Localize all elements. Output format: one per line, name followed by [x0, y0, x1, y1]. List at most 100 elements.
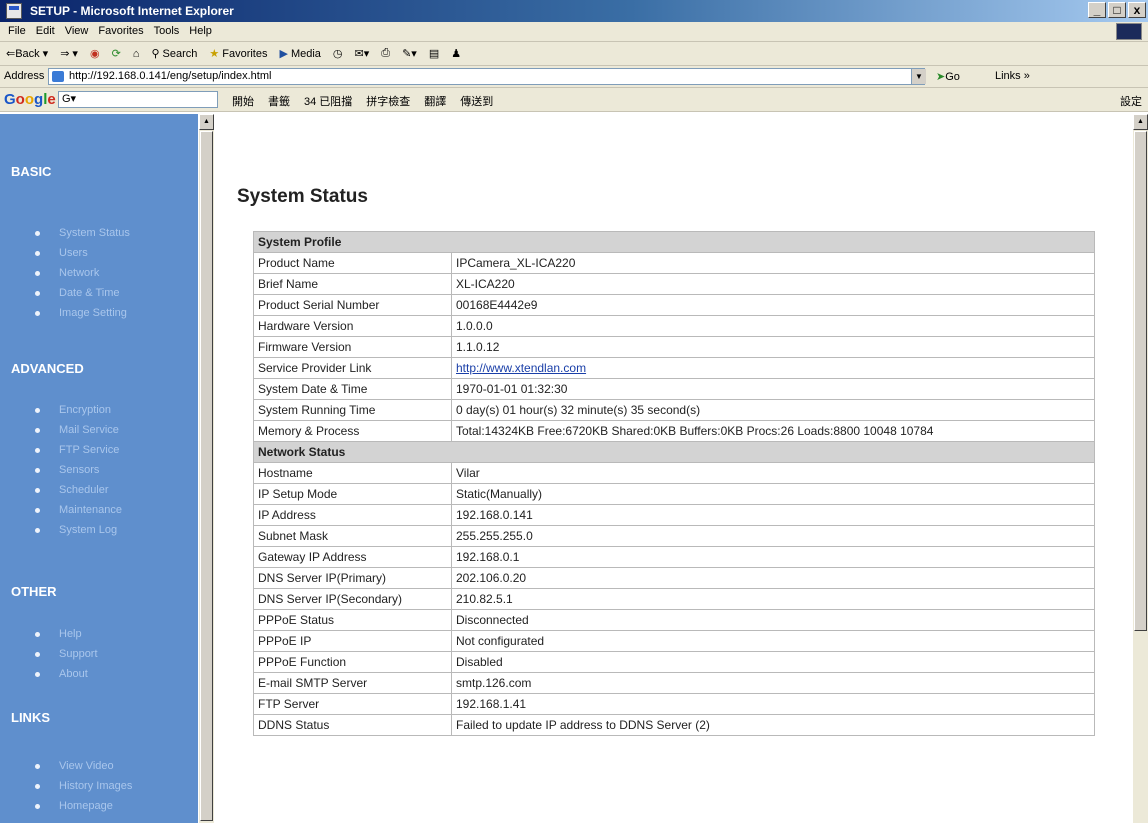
row-label: IP Address [253, 504, 452, 526]
go-label: Go [945, 71, 960, 83]
print-icon[interactable]: ⎙ [381, 47, 390, 60]
row-value: 1970-01-01 01:32:30 [451, 378, 1095, 400]
sidebar-list-other: Help Support About [0, 624, 198, 684]
refresh-icon[interactable]: ⟳ [112, 47, 121, 60]
edit-icon[interactable]: ✎▾ [402, 47, 417, 60]
page-title: System Status [237, 186, 368, 207]
menu-help[interactable]: Help [189, 25, 212, 37]
sidebar-item-homepage[interactable]: Homepage [0, 796, 198, 816]
window-title: SETUP - Microsoft Internet Explorer [30, 4, 234, 18]
back-button[interactable]: ⇐Back ▾ [6, 47, 48, 60]
row-label: Memory & Process [253, 420, 452, 442]
google-search-input[interactable]: G▾ [58, 91, 218, 108]
search-label: Search [162, 47, 198, 60]
address-bar: Address http://192.168.0.141/eng/setup/i… [0, 66, 1148, 88]
discuss-icon[interactable]: ▤ [429, 47, 439, 60]
main-scroll-up-button[interactable]: ▲ [1133, 114, 1148, 130]
row-label: DDNS Status [253, 714, 452, 736]
sidebar-item-help[interactable]: Help [0, 624, 198, 644]
close-button[interactable]: x [1128, 2, 1146, 18]
sidebar-scrollbar[interactable]: ▲ [199, 114, 214, 823]
maximize-button[interactable]: □ [1108, 2, 1126, 18]
address-dropdown-button[interactable]: ▼ [911, 69, 926, 84]
favorites-label: Favorites [222, 47, 268, 60]
media-label: Media [290, 47, 321, 60]
table-row: Gateway IP Address 192.168.0.1 [253, 546, 1095, 568]
history-icon[interactable]: ◷ [333, 47, 343, 60]
home-icon[interactable]: ⌂ [133, 48, 140, 60]
sidebar-item-mail-service[interactable]: Mail Service [0, 420, 198, 440]
row-value: 210.82.5.1 [451, 588, 1095, 610]
sidebar-item-system-status[interactable]: System Status [0, 223, 198, 243]
menu-favorites[interactable]: Favorites [98, 25, 143, 37]
sidebar-item-view-video[interactable]: View Video [0, 756, 198, 776]
table-row: DNS Server IP(Secondary) 210.82.5.1 [253, 588, 1095, 610]
sidebar-heading-advanced: ADVANCED [11, 361, 84, 376]
table-row: IP Address 192.168.0.141 [253, 504, 1095, 526]
sidebar-item-about[interactable]: About [0, 664, 198, 684]
stop-icon[interactable]: ◉ [90, 47, 100, 60]
google-item-popup-blocker[interactable]: 34 已阻擋 [304, 93, 352, 109]
address-input[interactable]: http://192.168.0.141/eng/setup/index.htm… [48, 68, 925, 85]
sidebar-item-scheduler[interactable]: Scheduler [0, 480, 198, 500]
row-value: 255.255.255.0 [451, 525, 1095, 547]
row-label: Service Provider Link [253, 357, 452, 379]
row-value: IPCamera_XL-ICA220 [451, 252, 1095, 274]
menu-file[interactable]: File [8, 25, 26, 37]
messenger-icon[interactable]: ♟ [451, 47, 461, 60]
sidebar-item-date-time[interactable]: Date & Time [0, 283, 198, 303]
row-label: DNS Server IP(Primary) [253, 567, 452, 589]
ie-window-icon[interactable] [6, 3, 22, 19]
minimize-button[interactable]: _ [1088, 2, 1106, 18]
row-value: 192.168.1.41 [451, 693, 1095, 715]
go-button[interactable]: ➤Go [936, 70, 960, 83]
table-row: Brief Name XL-ICA220 [253, 273, 1095, 295]
search-button[interactable]: ⚲ Search [151, 47, 198, 61]
sidebar-item-maintenance[interactable]: Maintenance [0, 500, 198, 520]
chevron-down-icon[interactable]: ▾ [72, 47, 78, 60]
forward-button[interactable]: ⇒ ▾ [60, 47, 78, 60]
sidebar-item-support[interactable]: Support [0, 644, 198, 664]
row-label: IP Setup Mode [253, 483, 452, 505]
google-item-send-to[interactable]: 傳送到 [460, 93, 493, 109]
google-settings-button[interactable]: 設定 [1120, 93, 1142, 109]
mail-icon[interactable]: ✉▾ [355, 47, 370, 60]
main-content: System Status System Profile Product Nam… [215, 114, 1133, 823]
sidebar-item-sensors[interactable]: Sensors [0, 460, 198, 480]
sidebar-item-encryption[interactable]: Encryption [0, 400, 198, 420]
sidebar-list-advanced: Encryption Mail Service FTP Service Sens… [0, 400, 198, 540]
service-provider-link[interactable]: http://www.xtendlan.com [456, 361, 586, 375]
table-row: PPPoE Status Disconnected [253, 609, 1095, 631]
google-item-translate[interactable]: 翻譯 [424, 93, 446, 109]
favorites-button[interactable]: ★ Favorites [209, 47, 268, 61]
main-scrollbar[interactable]: ▲ [1133, 114, 1148, 823]
google-item-spellcheck[interactable]: 拼字檢查 [366, 93, 410, 109]
sidebar-scroll-thumb[interactable] [200, 131, 213, 821]
row-label: Product Name [253, 252, 452, 274]
row-label: DNS Server IP(Secondary) [253, 588, 452, 610]
row-label: PPPoE Function [253, 651, 452, 673]
sidebar-item-history-images[interactable]: History Images [0, 776, 198, 796]
chevron-down-icon[interactable]: ▾ [43, 47, 49, 60]
window-title-bar[interactable]: SETUP - Microsoft Internet Explorer _ □ … [0, 0, 1148, 22]
links-button[interactable]: Links » [995, 70, 1030, 82]
sidebar-item-users[interactable]: Users [0, 243, 198, 263]
menu-tools[interactable]: Tools [154, 25, 180, 37]
table-row: Service Provider Link http://www.xtendlan… [253, 357, 1095, 379]
sidebar-item-image-setting[interactable]: Image Setting [0, 303, 198, 323]
row-value: Failed to update IP address to DDNS Serv… [451, 714, 1095, 736]
google-item-bookmarks[interactable]: 書籤 [268, 93, 290, 109]
sidebar-item-system-log[interactable]: System Log [0, 520, 198, 540]
row-label: Gateway IP Address [253, 546, 452, 568]
main-scroll-thumb[interactable] [1134, 131, 1147, 631]
menu-edit[interactable]: Edit [36, 25, 55, 37]
media-button[interactable]: ▶ Media [279, 47, 321, 61]
sidebar-item-network[interactable]: Network [0, 263, 198, 283]
sidebar-item-ftp-service[interactable]: FTP Service [0, 440, 198, 460]
go-arrow-icon: ➤ [936, 71, 946, 83]
menu-view[interactable]: View [65, 25, 89, 37]
table-row: E-mail SMTP Server smtp.126.com [253, 672, 1095, 694]
system-status-table: System Profile Product Name IPCamera_XL-I… [253, 231, 1095, 736]
sidebar-scroll-up-button[interactable]: ▲ [199, 114, 214, 130]
google-item-start[interactable]: 開始 [232, 93, 254, 109]
